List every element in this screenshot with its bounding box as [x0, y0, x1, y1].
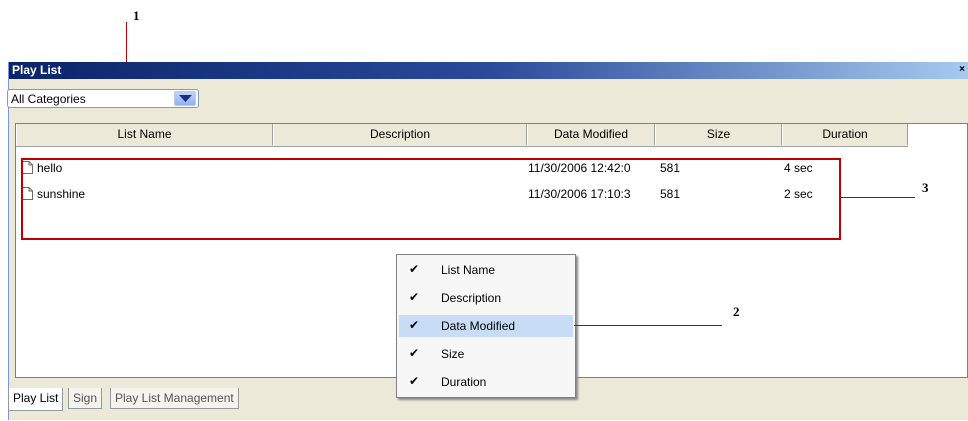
callout-line-2 — [574, 325, 722, 326]
menu-item-label: Size — [441, 347, 465, 361]
bottom-tab-bar: Play List Sign Play List Management — [8, 388, 308, 411]
column-header-list-name[interactable]: List Name — [16, 124, 273, 145]
menu-item-label: Duration — [441, 375, 487, 389]
callout-number-1: 1 — [133, 8, 140, 23]
window-title: Play List — [12, 63, 62, 77]
column-header-size[interactable]: Size — [655, 124, 782, 145]
menu-item-label: Description — [441, 291, 502, 305]
menu-item-duration[interactable]: ✔ Duration — [399, 371, 573, 393]
check-icon: ✔ — [409, 290, 420, 304]
title-bar: Play List × — [9, 62, 968, 79]
callout-number-2: 2 — [733, 304, 740, 319]
menu-item-description[interactable]: ✔ Description — [399, 287, 573, 309]
close-icon[interactable]: × — [956, 64, 968, 76]
check-icon: ✔ — [409, 346, 420, 360]
callout-number-3: 3 — [922, 180, 929, 195]
dropdown-button[interactable] — [174, 91, 196, 106]
menu-item-data-modified[interactable]: ✔ Data Modified — [399, 315, 573, 337]
tab-play-list[interactable]: Play List — [8, 388, 64, 411]
tab-play-list-management[interactable]: Play List Management — [110, 388, 239, 409]
column-header-duration[interactable]: Duration — [782, 124, 908, 145]
callout-line-3 — [841, 197, 915, 198]
menu-item-list-name[interactable]: ✔ List Name — [399, 259, 573, 281]
check-icon: ✔ — [409, 318, 420, 332]
menu-item-label: List Name — [441, 263, 496, 277]
chevron-down-icon — [179, 95, 192, 102]
column-context-menu: ✔ List Name ✔ Description ✔ Data Modifie… — [396, 254, 576, 398]
menu-item-label: Data Modified — [441, 319, 516, 333]
tab-sign[interactable]: Sign — [68, 388, 103, 409]
table-header: List Name Description Data Modified Size… — [16, 124, 908, 147]
column-header-description[interactable]: Description — [273, 124, 527, 145]
category-select-value: All Categories — [11, 92, 86, 106]
column-header-data-modified[interactable]: Data Modified — [527, 124, 655, 145]
callout-box-3 — [21, 158, 841, 240]
menu-item-size[interactable]: ✔ Size — [399, 343, 573, 365]
category-select[interactable]: All Categories — [7, 89, 199, 108]
check-icon: ✔ — [409, 262, 420, 276]
check-icon: ✔ — [409, 374, 420, 388]
